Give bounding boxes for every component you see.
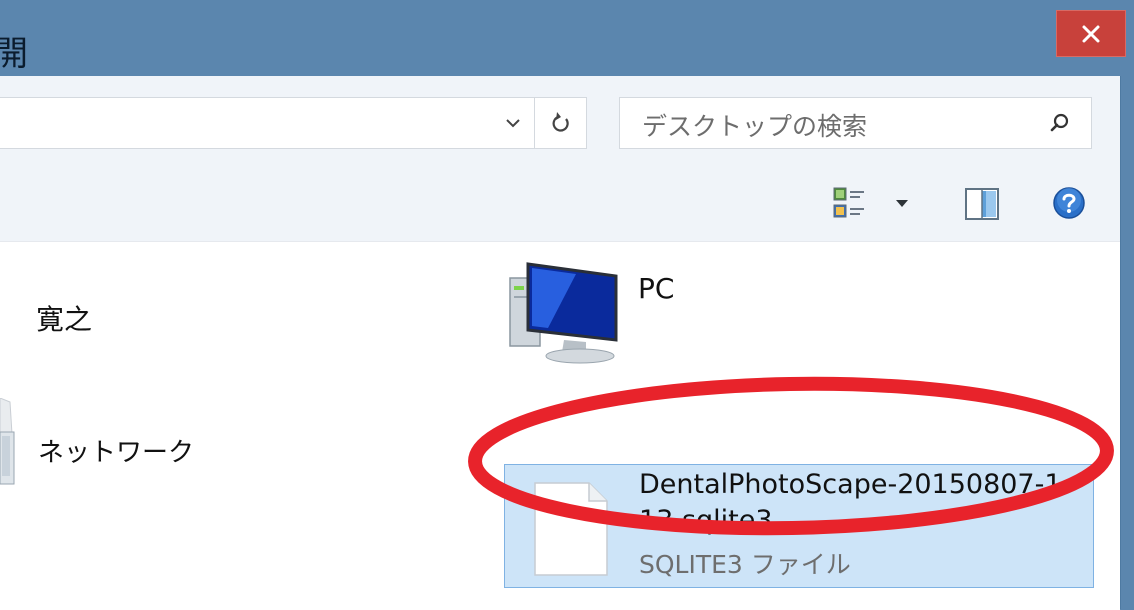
close-icon	[1082, 25, 1100, 42]
search-icon	[1050, 113, 1069, 132]
address-history-dropdown[interactable]	[492, 98, 534, 148]
help-icon	[1053, 187, 1085, 219]
search-input[interactable]: デスクトップの検索	[619, 97, 1092, 149]
change-view-button[interactable]	[832, 184, 922, 224]
triangle-down-icon	[896, 200, 908, 207]
blank-document-icon	[534, 482, 608, 576]
help-button[interactable]	[1050, 184, 1088, 222]
refresh-icon	[552, 112, 569, 132]
search-placeholder: デスクトップの検索	[642, 112, 868, 141]
preview-pane-button[interactable]	[962, 185, 1002, 223]
pc-label: PC	[638, 272, 675, 305]
network-label: ネットワーク	[38, 438, 195, 468]
list-item-file-selected[interactable]: DentalPhotoScape-20150807-1 13.sqlite3 S…	[504, 464, 1094, 588]
close-button[interactable]	[1056, 10, 1126, 57]
refresh-button[interactable]	[534, 98, 586, 148]
window-title: 開く	[0, 34, 34, 74]
preview-pane-icon	[965, 188, 999, 220]
change-view-icon	[833, 187, 908, 218]
list-item-pc[interactable]: PC	[504, 262, 804, 440]
list-item-network[interactable]: ネットワーク	[0, 430, 260, 520]
dialog-window: デスクトップの検索 寛之 ネットワーク PC DentalPhotoScape-…	[0, 76, 1121, 610]
address-bar[interactable]	[0, 97, 587, 149]
file-name-line2: 13.sqlite3	[639, 505, 773, 536]
computer-monitor-icon	[509, 262, 618, 364]
chevron-down-icon	[506, 119, 520, 128]
file-name-line1: DentalPhotoScape-20150807-1	[639, 469, 1062, 500]
file-type: SQLITE3 ファイル	[639, 550, 851, 579]
search-button[interactable]	[1035, 98, 1083, 148]
list-item-user[interactable]: 寛之	[0, 300, 260, 438]
network-icon	[0, 431, 15, 485]
user-label: 寛之	[36, 303, 93, 336]
